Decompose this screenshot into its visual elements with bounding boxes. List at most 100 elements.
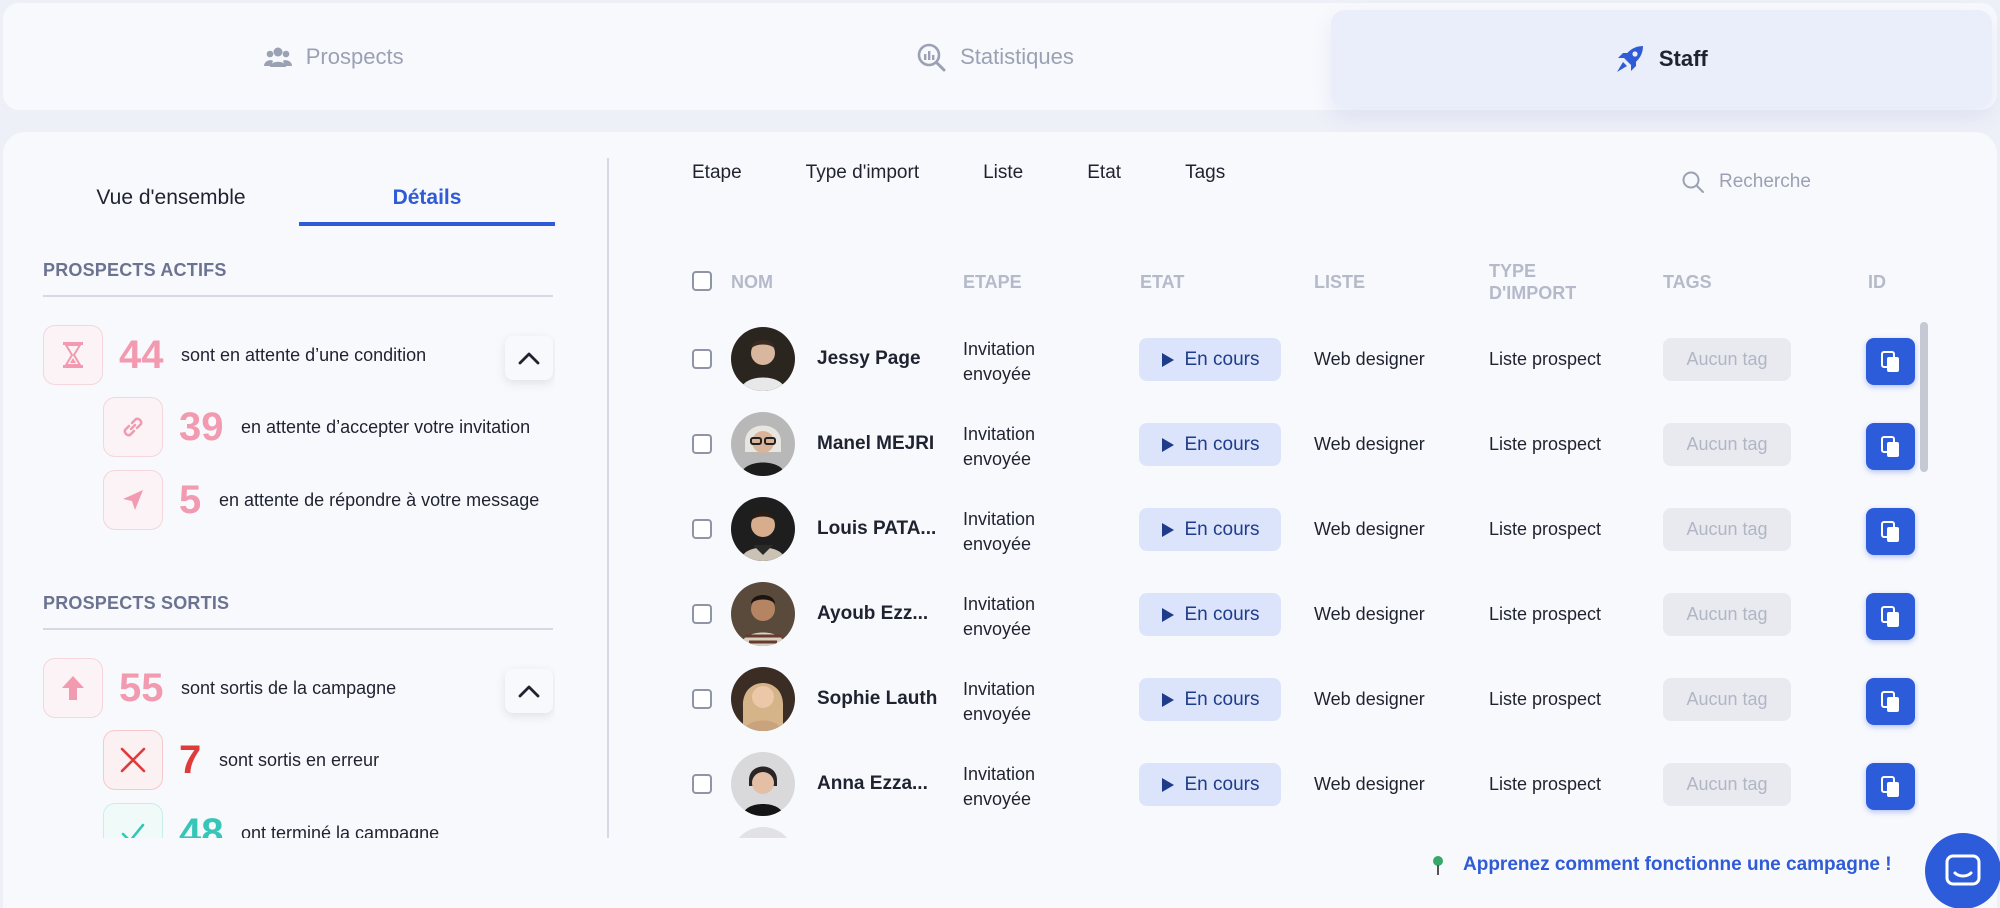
active-prospects-title: PROSPECTS ACTIFS xyxy=(43,260,553,297)
avatar xyxy=(731,827,795,838)
tab-prospects[interactable]: Prospects xyxy=(3,3,664,110)
main-panel: Vue d'ensemble Détails PROSPECTS ACTIFS … xyxy=(3,132,1997,908)
prospect-table: Jessy Page Invitation envoyée En cours We… xyxy=(689,317,1919,838)
tag-badge[interactable]: Aucun tag xyxy=(1663,593,1791,636)
tag-badge[interactable]: Aucun tag xyxy=(1663,508,1791,551)
row-checkbox[interactable] xyxy=(692,434,712,454)
stat-label: sont sortis en erreur xyxy=(219,749,380,770)
status-badge[interactable]: En cours xyxy=(1139,678,1281,721)
search-icon xyxy=(1682,171,1704,193)
prospect-liste: Web designer xyxy=(1314,519,1425,539)
copy-id-button[interactable] xyxy=(1866,508,1915,555)
prospect-name[interactable]: Manel MEJRI xyxy=(817,433,934,455)
stat-label: en attente de répondre à votre message xyxy=(219,489,540,510)
status-badge[interactable]: En cours xyxy=(1139,593,1281,636)
tag-badge[interactable]: Aucun tag xyxy=(1663,338,1791,381)
users-icon xyxy=(263,45,292,69)
tab-prospects-label: Prospects xyxy=(305,43,404,69)
filter-liste[interactable]: Liste xyxy=(983,162,1023,192)
copy-id-button[interactable] xyxy=(1866,763,1915,810)
table-row[interactable]: Sophie Lauth Invitation envoyée En cours … xyxy=(689,657,1919,742)
row-checkbox[interactable] xyxy=(692,349,712,369)
stat-waiting-invitation: 39 en attente d’accepter votre invitatio… xyxy=(103,397,530,457)
prospect-type-import: Liste prospect xyxy=(1489,519,1602,539)
subtab-overview[interactable]: Vue d'ensemble xyxy=(43,176,299,226)
col-tags[interactable]: TAGS xyxy=(1663,271,1712,293)
prospect-name[interactable]: Anna Ezza... xyxy=(817,773,928,795)
col-type-import[interactable]: TYPE D'IMPORT xyxy=(1489,260,1599,304)
etape-line-1: Invitation xyxy=(963,764,1036,784)
tab-staff[interactable]: Staff xyxy=(1330,10,1992,107)
copy-icon xyxy=(1880,435,1899,457)
tag-badge[interactable]: Aucun tag xyxy=(1663,678,1791,721)
prospect-name[interactable]: Sophie Lauth xyxy=(817,688,937,710)
collapse-exited-button[interactable] xyxy=(505,669,553,713)
row-checkbox[interactable] xyxy=(692,604,712,624)
status-badge[interactable]: En cours xyxy=(1139,508,1281,551)
etape-line-1: Invitation xyxy=(963,424,1036,444)
copy-id-button[interactable] xyxy=(1866,593,1915,640)
prospect-type-import: Liste prospect xyxy=(1489,434,1602,454)
tab-statistiques[interactable]: Statistiques xyxy=(664,3,1325,110)
row-checkbox[interactable] xyxy=(692,519,712,539)
filter-etat[interactable]: Etat xyxy=(1087,162,1121,192)
prospect-type-import: Liste prospect xyxy=(1489,774,1602,794)
table-scrollbar[interactable] xyxy=(1920,322,1928,838)
filter-etape[interactable]: Etape xyxy=(692,162,742,192)
avatar xyxy=(731,667,795,731)
avatar xyxy=(731,412,795,476)
copy-icon xyxy=(1880,605,1899,627)
learn-campaign-link[interactable]: Apprenez comment fonctionne une campagne… xyxy=(1431,854,1892,876)
stat-value: 55 xyxy=(119,665,164,710)
col-etat[interactable]: ETAT xyxy=(1140,271,1184,293)
filter-type-import[interactable]: Type d'import xyxy=(806,162,919,192)
select-all-checkbox[interactable] xyxy=(692,271,712,291)
link-icon xyxy=(103,397,163,457)
table-row[interactable]: Jessy Page Invitation envoyée En cours We… xyxy=(689,317,1919,402)
col-liste[interactable]: LISTE xyxy=(1314,271,1365,293)
tag-badge[interactable]: Aucun tag xyxy=(1663,423,1791,466)
copy-id-button[interactable] xyxy=(1866,338,1915,385)
subtabs: Vue d'ensemble Détails xyxy=(43,176,555,226)
status-label: En cours xyxy=(1184,518,1260,540)
stat-exited-campaign: 55 sont sortis de la campagne xyxy=(43,658,396,718)
subtab-details[interactable]: Détails xyxy=(299,176,555,226)
chat-launcher-button[interactable] xyxy=(1925,833,2000,908)
prospect-etape: Invitation envoyée xyxy=(963,762,1035,812)
status-badge[interactable]: En cours xyxy=(1139,763,1281,806)
col-nom[interactable]: NOM xyxy=(731,271,773,293)
table-row[interactable]: Manel MEJRI Invitation envoyée En cours W… xyxy=(689,402,1919,487)
table-row[interactable]: Ayoub Ezz... Invitation envoyée En cours … xyxy=(689,572,1919,657)
stat-finished: 48 ont terminé la campagne xyxy=(103,803,439,838)
avatar xyxy=(731,497,795,561)
chat-icon xyxy=(1945,854,1981,886)
copy-id-button[interactable] xyxy=(1866,423,1915,470)
rocket-icon xyxy=(1615,44,1645,74)
copy-icon xyxy=(1880,520,1899,542)
hourglass-icon xyxy=(43,325,103,385)
etape-line-2: envoyée xyxy=(963,534,1032,554)
prospect-etape: Invitation envoyée xyxy=(963,337,1035,387)
prospect-liste: Web designer xyxy=(1314,689,1425,709)
col-id[interactable]: ID xyxy=(1868,271,1886,293)
col-etape[interactable]: ETAPE xyxy=(963,271,1022,293)
filter-tags[interactable]: Tags xyxy=(1185,162,1225,192)
search-input[interactable] xyxy=(1719,171,1859,193)
tag-badge[interactable]: Aucun tag xyxy=(1663,763,1791,806)
etape-line-1: Invitation xyxy=(963,509,1036,529)
row-checkbox[interactable] xyxy=(692,774,712,794)
row-checkbox[interactable] xyxy=(692,689,712,709)
status-badge[interactable]: En cours xyxy=(1139,423,1281,466)
table-row[interactable]: Anna Ezza... Invitation envoyée En cours … xyxy=(689,742,1919,827)
status-badge[interactable]: En cours xyxy=(1139,338,1281,381)
prospect-name[interactable]: Louis PATA... xyxy=(817,518,936,540)
status-label: En cours xyxy=(1184,348,1260,370)
table-row[interactable]: Louis PATA... Invitation envoyée En cours… xyxy=(689,487,1919,572)
prospect-name[interactable]: Jessy Page xyxy=(817,348,921,370)
scrollbar-thumb[interactable] xyxy=(1920,322,1928,472)
collapse-active-button[interactable] xyxy=(505,336,553,380)
stat-label: ont terminé la campagne xyxy=(241,822,440,839)
copy-id-button[interactable] xyxy=(1866,678,1915,725)
prospect-name[interactable]: Ayoub Ezz... xyxy=(817,603,928,625)
play-icon xyxy=(1161,352,1174,367)
